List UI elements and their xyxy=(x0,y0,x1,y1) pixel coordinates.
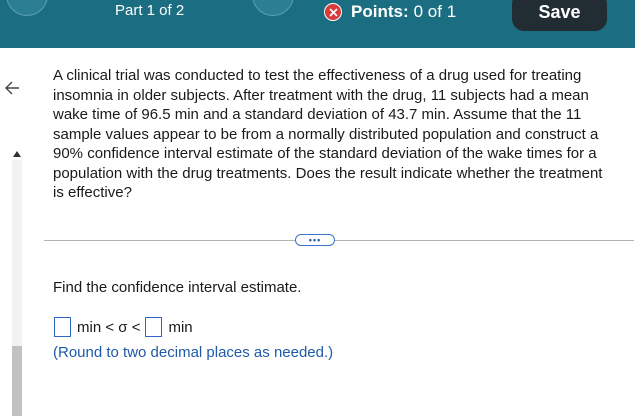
points-value: 0 of 1 xyxy=(413,2,457,21)
upper-bound-input[interactable] xyxy=(145,317,163,337)
lower-bound-input[interactable] xyxy=(54,317,71,337)
ellipsis-icon: ••• xyxy=(308,234,322,245)
instruction-text: Find the confidence interval estimate. xyxy=(53,279,302,296)
incorrect-x-icon xyxy=(324,3,342,21)
prev-nav-button[interactable] xyxy=(6,0,48,16)
page: Part 1 of 2 Points: 0 of 1 Save A clinic… xyxy=(0,0,635,416)
answer-row: min < σ < min xyxy=(54,317,198,337)
unit-label: min xyxy=(168,318,193,336)
question-text: A clinical trial was conducted to test t… xyxy=(53,67,603,201)
scroll-up-arrow-icon[interactable] xyxy=(13,151,21,157)
rounding-note: (Round to two decimal places as needed.) xyxy=(53,344,334,361)
part-label: Part 1 of 2 xyxy=(115,2,185,19)
save-button[interactable]: Save xyxy=(512,0,607,31)
header-bar: Part 1 of 2 Points: 0 of 1 Save xyxy=(0,0,635,48)
points-indicator: Points: 0 of 1 xyxy=(324,2,456,22)
section-divider xyxy=(44,240,634,241)
back-arrow-icon[interactable] xyxy=(4,80,20,96)
next-nav-button[interactable] xyxy=(252,0,294,16)
expand-more-button[interactable]: ••• xyxy=(295,234,335,246)
scrollbar-thumb[interactable] xyxy=(12,346,22,416)
points-label: Points: xyxy=(351,2,409,21)
interval-middle-text: min < σ < xyxy=(77,318,141,336)
